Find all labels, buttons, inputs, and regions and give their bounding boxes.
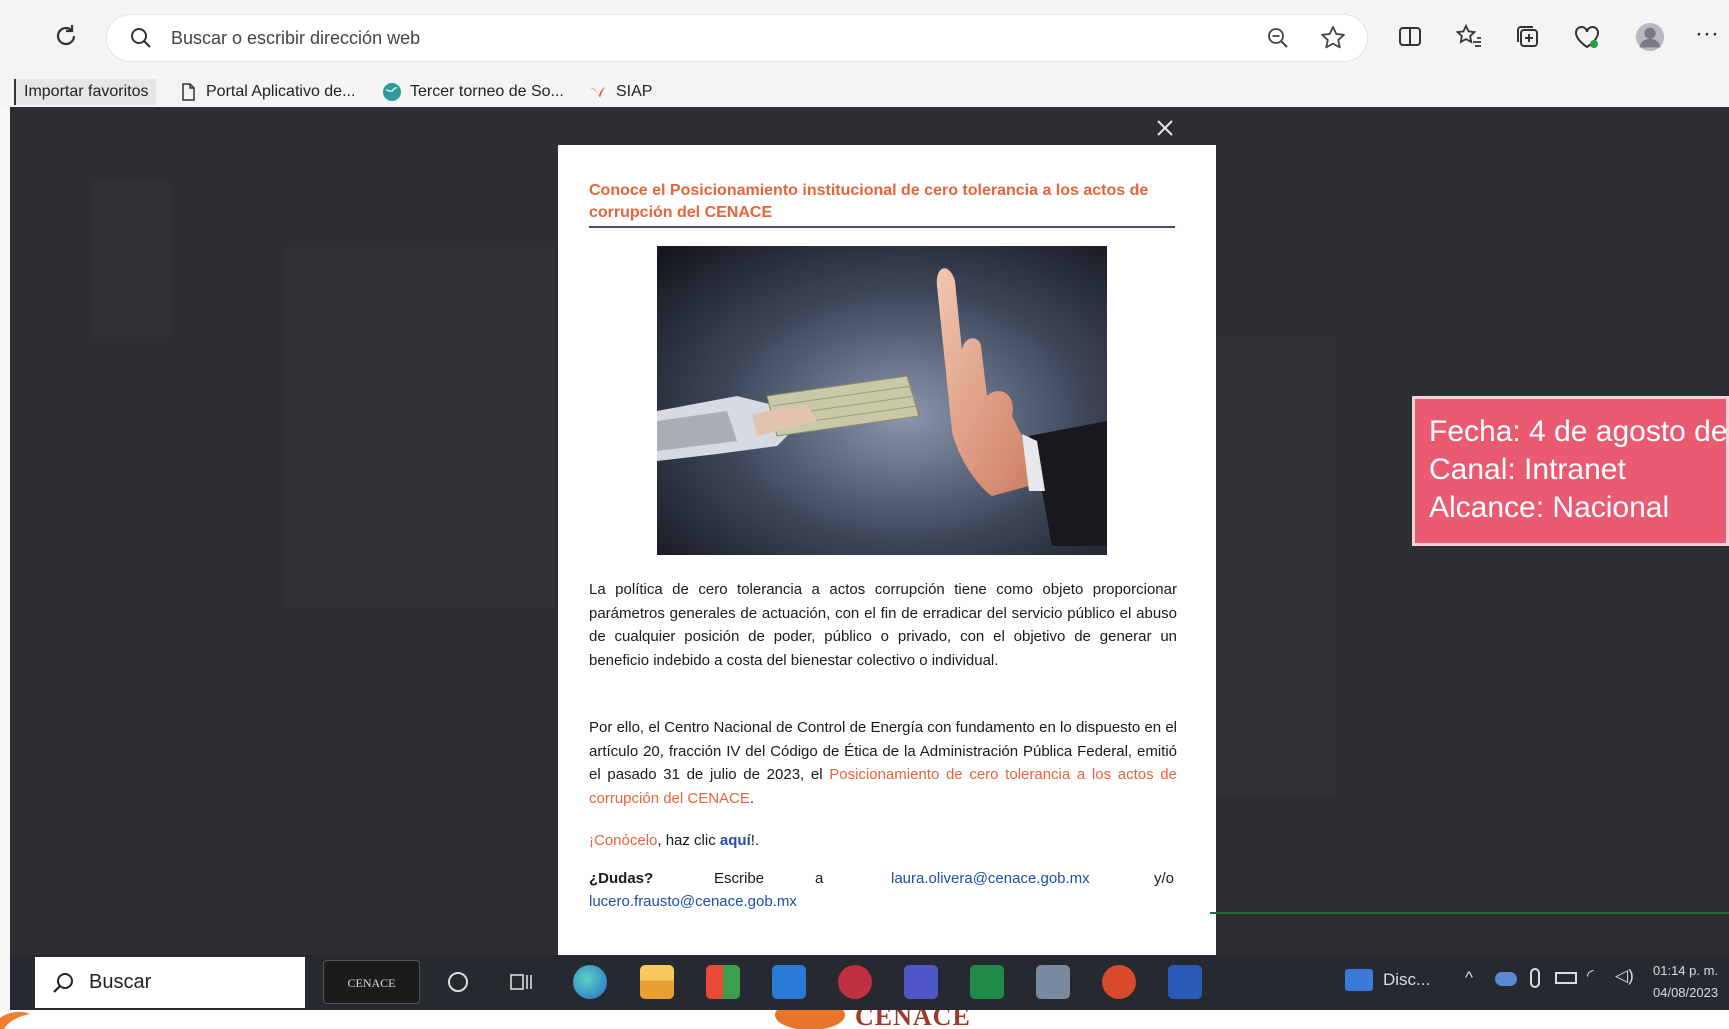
cenace-logo-mark [775, 1010, 845, 1029]
tray-app-label[interactable]: Disc... [1383, 970, 1430, 990]
orange-swoosh-graphic [0, 1011, 30, 1029]
more-icon[interactable]: ··· [1695, 22, 1725, 52]
calculator-icon[interactable] [1036, 965, 1070, 999]
page-overlay[interactable]: Conoce el Posicionamiento institucional … [10, 107, 1729, 955]
document-bottom-strip: CENACE [0, 1010, 1729, 1029]
address-bar[interactable]: Buscar o escribir dirección web [106, 14, 1368, 62]
announcement-paragraph: Por ello, el Centro Nacional de Control … [589, 716, 1177, 810]
background-shape [90, 182, 170, 337]
cenace-logo-text: CENACE [855, 1010, 971, 1029]
window-edge [0, 0, 10, 1010]
background-shape [285, 247, 555, 607]
dudas-label: ¿Dudas? [589, 870, 654, 887]
favorite-portal[interactable]: Portal Aplicativo de... [178, 79, 355, 105]
taskbar-search[interactable]: Buscar [35, 957, 305, 1008]
app-icon[interactable] [838, 965, 872, 999]
cta-text: , haz clic [657, 832, 720, 849]
microphone-icon[interactable] [1530, 968, 1540, 988]
reload-icon[interactable] [50, 22, 82, 54]
collections-icon[interactable] [1513, 22, 1543, 52]
globe-icon [382, 82, 402, 102]
cta-end: !. [750, 832, 760, 849]
favorites-bar: Importar favoritos Portal Aplicativo de.… [0, 75, 1729, 107]
windows-taskbar: Buscar CENACE Disc... ^ ◜ ◁) 01:14 p. m.… [10, 955, 1729, 1010]
policy-paragraph: La política de cero tolerancia a actos c… [589, 581, 1177, 669]
edge-icon[interactable] [573, 965, 607, 999]
excel-icon[interactable] [970, 965, 1004, 999]
siap-icon [588, 82, 608, 102]
onedrive-icon[interactable] [1495, 972, 1517, 986]
screenshot: Buscar o escribir dirección web ··· Impo… [0, 0, 1729, 1029]
taskbar-search-label: Buscar [89, 971, 152, 993]
contact-row: ¿Dudas? Escribe a laura.olivera@cenace.g… [589, 870, 1177, 894]
paragraph-end: . [749, 789, 755, 807]
disc-app-icon[interactable] [1345, 969, 1373, 991]
info-scope: Alcance: Nacional [1429, 491, 1670, 524]
search-icon [127, 24, 155, 52]
publication-info-box: Fecha: 4 de agosto de Canal: Intranet Al… [1412, 396, 1729, 546]
info-channel: Canal: Intranet [1429, 453, 1626, 486]
favorite-star-icon[interactable] [1319, 24, 1347, 52]
email-link-laura[interactable]: laura.olivera@cenace.gob.mx [891, 870, 1090, 887]
favorite-label: Tercer torneo de So... [410, 83, 564, 100]
address-placeholder: Buscar o escribir dirección web [171, 28, 421, 48]
volume-icon[interactable]: ◁) [1615, 966, 1634, 986]
bribe-refusal-photo [657, 246, 1107, 555]
dudas-a: a [815, 870, 824, 887]
battery-icon[interactable] [1555, 972, 1577, 984]
clock-date: 04/08/2023 [1653, 985, 1719, 1000]
browser-toolbar: Buscar o escribir dirección web ··· [0, 0, 1729, 75]
background-shape [1216, 337, 1336, 797]
favorite-label: Importar favoritos [24, 83, 149, 100]
chevron-up-icon[interactable]: ^ [1465, 968, 1473, 988]
page-icon [178, 82, 198, 102]
browser-essentials-icon[interactable] [1572, 22, 1602, 52]
favorite-siap[interactable]: SIAP [588, 79, 652, 105]
file-explorer-icon[interactable] [640, 965, 674, 999]
favorites-icon[interactable] [1454, 22, 1484, 52]
modal-title: Conoce el Posicionamiento institucional … [589, 182, 1149, 221]
word-icon[interactable] [1168, 965, 1202, 999]
info-date: Fecha: 4 de agosto de [1429, 415, 1728, 448]
store-icon[interactable] [706, 965, 740, 999]
clock-time: 01:14 p. m. [1653, 963, 1719, 978]
powerpoint-icon[interactable] [1102, 965, 1136, 999]
zoom-out-icon[interactable] [1265, 25, 1291, 51]
search-icon [51, 970, 77, 996]
clock[interactable]: 01:14 p. m. 04/08/2023 [1653, 960, 1729, 1004]
wifi-icon[interactable]: ◜ [1587, 966, 1594, 986]
divider-line [1210, 912, 1729, 914]
cta-highlight: ¡Conócelo [589, 832, 658, 849]
announcement-modal: Conoce el Posicionamiento institucional … [558, 145, 1216, 955]
cenace-pinned-button[interactable]: CENACE [323, 960, 420, 1004]
call-to-action: ¡Conócelo, haz clic aquí!. [589, 832, 759, 849]
mail-icon[interactable] [772, 965, 806, 999]
aqui-link[interactable]: aquí [720, 832, 751, 849]
favorite-label: Portal Aplicativo de... [206, 83, 356, 100]
dudas-escribe: Escribe [714, 870, 765, 887]
email-link-lucero[interactable]: lucero.frausto@cenace.gob.mx [589, 893, 797, 910]
cortana-icon[interactable] [448, 972, 468, 992]
title-divider [589, 226, 1175, 228]
favorite-torneo[interactable]: Tercer torneo de So... [382, 79, 564, 105]
close-icon[interactable] [1150, 115, 1180, 145]
teams-icon[interactable] [904, 965, 938, 999]
profile-avatar[interactable] [1635, 22, 1667, 54]
task-view-icon[interactable] [508, 969, 534, 995]
dudas-yo: y/o [1154, 870, 1175, 887]
favorite-import[interactable]: Importar favoritos [14, 79, 157, 105]
split-screen-icon[interactable] [1395, 22, 1425, 52]
favorite-label: SIAP [616, 83, 653, 100]
